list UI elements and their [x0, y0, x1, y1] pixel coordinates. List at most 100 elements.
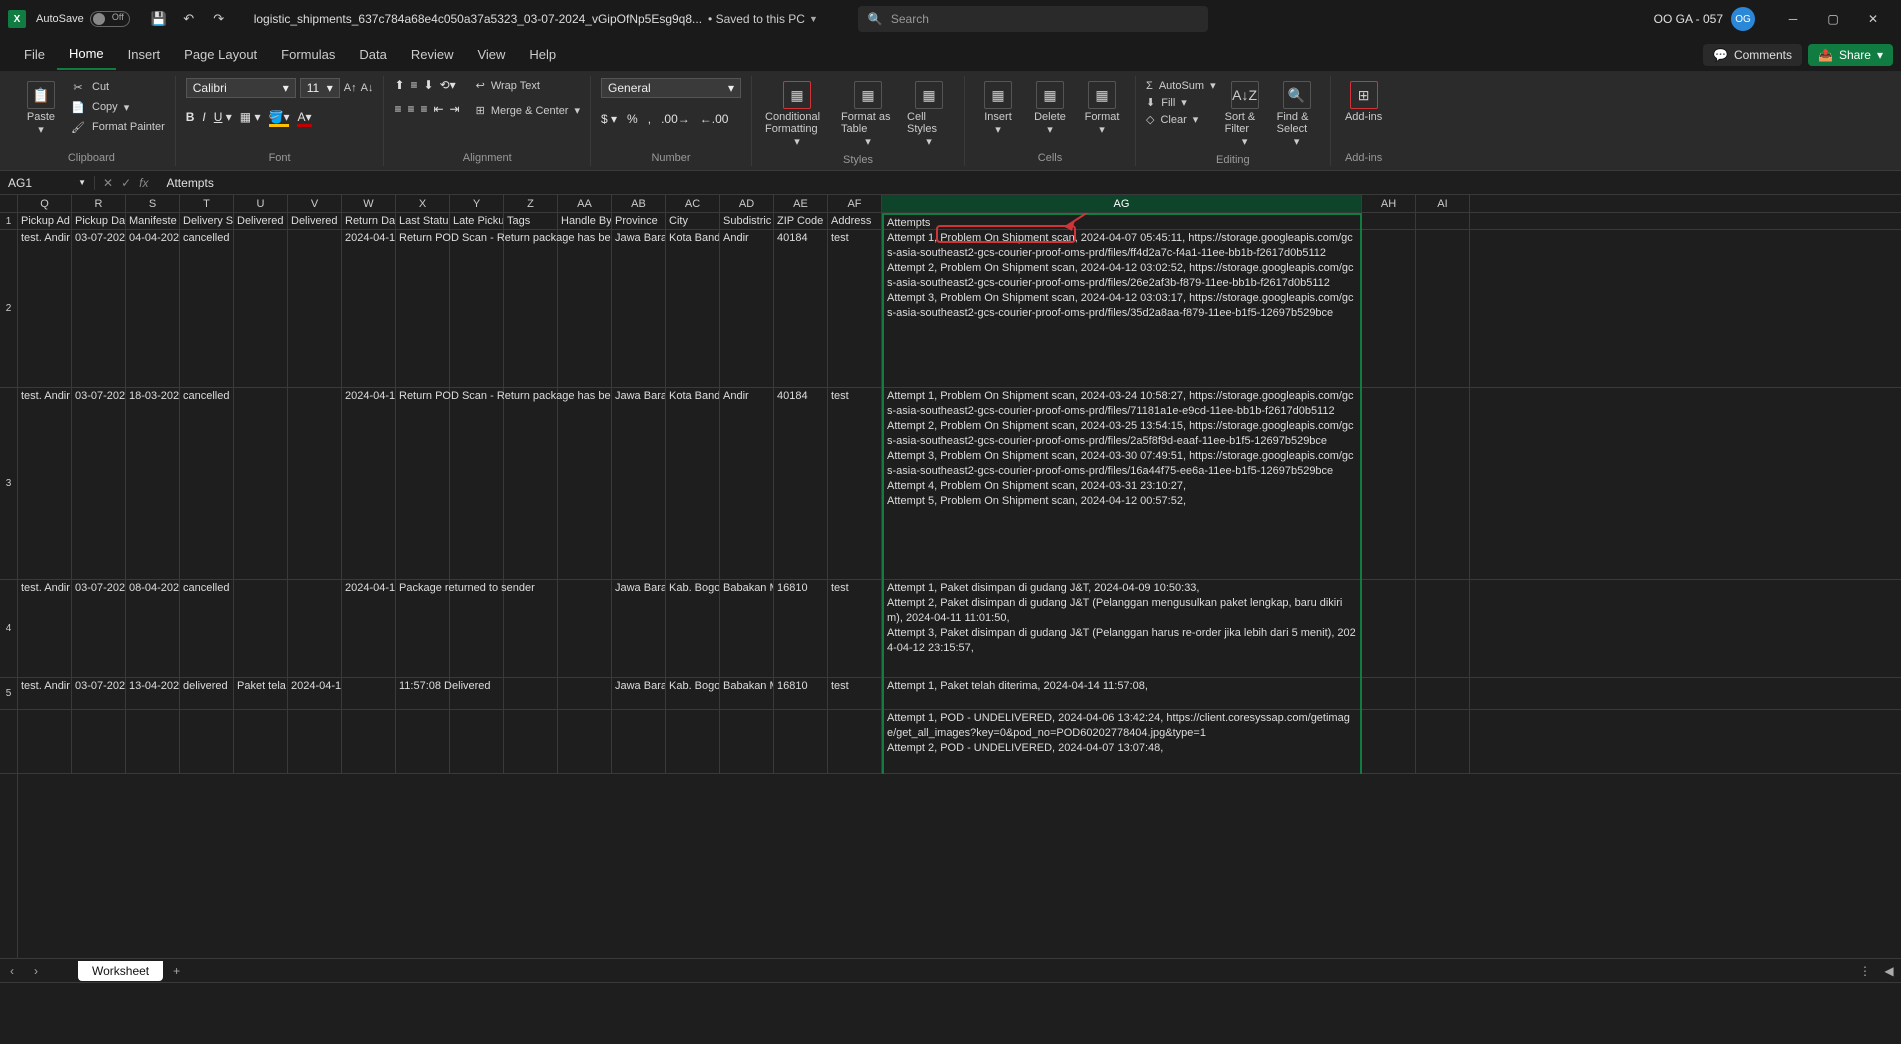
- cell[interactable]: [450, 580, 504, 678]
- tab-help[interactable]: Help: [517, 40, 568, 69]
- save-icon[interactable]: 💾: [146, 6, 172, 32]
- cell[interactable]: 16810: [774, 580, 828, 678]
- cell[interactable]: 11:57:08 Delivered: [396, 678, 450, 710]
- cell[interactable]: 2024-04-1: [342, 388, 396, 580]
- tab-home[interactable]: Home: [57, 39, 116, 70]
- row-header[interactable]: 1: [0, 213, 17, 230]
- redo-icon[interactable]: ↷: [206, 6, 232, 32]
- fill-color-button[interactable]: 🪣▾: [269, 110, 290, 127]
- cell[interactable]: 40184: [774, 230, 828, 388]
- cell[interactable]: 03-07-202: [72, 230, 126, 388]
- spreadsheet-grid[interactable]: QRSTUVWXYZAAABACADAEAFAGAHAI 12345 Picku…: [0, 195, 1901, 958]
- align-left-button[interactable]: ≡: [394, 102, 401, 116]
- cell[interactable]: test. Andir: [18, 388, 72, 580]
- cell[interactable]: [396, 710, 450, 774]
- bold-button[interactable]: B: [186, 110, 195, 127]
- cell[interactable]: Kota Band: [666, 230, 720, 388]
- cell[interactable]: [558, 710, 612, 774]
- align-bottom-button[interactable]: ⬇: [424, 78, 434, 92]
- increase-font-button[interactable]: A↑: [344, 78, 357, 98]
- cell[interactable]: [18, 710, 72, 774]
- find-select-button[interactable]: 🔍Find & Select▾: [1274, 78, 1320, 151]
- cell[interactable]: [1416, 678, 1470, 710]
- cell[interactable]: 2024-04-1: [342, 230, 396, 388]
- cell[interactable]: Return POD Scan - Return package has be: [396, 230, 450, 388]
- cell[interactable]: Delivery S: [180, 213, 234, 230]
- tab-data[interactable]: Data: [347, 40, 398, 69]
- cell[interactable]: City: [666, 213, 720, 230]
- cell[interactable]: Subdistric: [720, 213, 774, 230]
- close-button[interactable]: ✕: [1853, 4, 1893, 34]
- comments-button[interactable]: 💬 Comments: [1703, 44, 1802, 66]
- currency-button[interactable]: $ ▾: [601, 112, 617, 126]
- cell[interactable]: Attempt 1, Paket telah diterima, 2024-04…: [882, 678, 1362, 710]
- cell[interactable]: Babakan M: [720, 580, 774, 678]
- column-header-AE[interactable]: AE: [774, 195, 828, 212]
- cell[interactable]: Delivered: [234, 213, 288, 230]
- insert-cells-button[interactable]: ▦Insert▾: [975, 78, 1021, 139]
- minimize-button[interactable]: ─: [1773, 4, 1813, 34]
- column-header-Q[interactable]: Q: [18, 195, 72, 212]
- column-header-T[interactable]: T: [180, 195, 234, 212]
- fx-icon[interactable]: fx: [139, 176, 148, 190]
- cell[interactable]: [504, 678, 558, 710]
- cell[interactable]: [504, 580, 558, 678]
- cell[interactable]: Babakan M: [720, 678, 774, 710]
- restore-button[interactable]: ▢: [1813, 4, 1853, 34]
- avatar[interactable]: OG: [1731, 7, 1755, 31]
- align-top-button[interactable]: ⬆: [394, 78, 404, 92]
- tab-review[interactable]: Review: [399, 40, 466, 69]
- cell[interactable]: Attempt 1, Problem On Shipment scan, 202…: [882, 230, 1362, 388]
- conditional-formatting-button[interactable]: ▦Conditional Formatting▾: [762, 78, 832, 151]
- align-center-button[interactable]: ≡: [407, 102, 414, 116]
- cell[interactable]: [612, 710, 666, 774]
- cell[interactable]: [1416, 230, 1470, 388]
- cell[interactable]: test. Andir: [18, 580, 72, 678]
- cell[interactable]: Late Picku: [450, 213, 504, 230]
- search-input[interactable]: 🔍 Search: [858, 6, 1208, 32]
- decrease-decimal-button[interactable]: ←.00: [700, 112, 729, 126]
- cell[interactable]: Pickup Ad: [18, 213, 72, 230]
- column-header-U[interactable]: U: [234, 195, 288, 212]
- cell[interactable]: [288, 580, 342, 678]
- cell[interactable]: Attempt 1, Problem On Shipment scan, 202…: [882, 388, 1362, 580]
- cell[interactable]: 18-03-202: [126, 388, 180, 580]
- cell[interactable]: Jawa Bara: [612, 678, 666, 710]
- cell[interactable]: [1362, 213, 1416, 230]
- cut-button[interactable]: ✂Cut: [70, 78, 165, 96]
- tab-view[interactable]: View: [465, 40, 517, 69]
- column-header-R[interactable]: R: [72, 195, 126, 212]
- cell[interactable]: [1362, 678, 1416, 710]
- cell[interactable]: Tags: [504, 213, 558, 230]
- cell[interactable]: [180, 710, 234, 774]
- cell[interactable]: Address: [828, 213, 882, 230]
- tab-formulas[interactable]: Formulas: [269, 40, 347, 69]
- cell[interactable]: Kota Band: [666, 388, 720, 580]
- cell[interactable]: [288, 388, 342, 580]
- cell[interactable]: cancelled: [180, 230, 234, 388]
- cell[interactable]: [126, 710, 180, 774]
- column-header-S[interactable]: S: [126, 195, 180, 212]
- select-all-corner[interactable]: [0, 195, 18, 212]
- cell[interactable]: cancelled: [180, 388, 234, 580]
- row-header[interactable]: 2: [0, 230, 17, 388]
- cell[interactable]: delivered: [180, 678, 234, 710]
- column-header-Z[interactable]: Z: [504, 195, 558, 212]
- row-header[interactable]: 4: [0, 580, 17, 678]
- cell[interactable]: Kab. Bogo: [666, 678, 720, 710]
- add-sheet-button[interactable]: +: [163, 964, 190, 978]
- cell[interactable]: 03-07-202: [72, 388, 126, 580]
- cell[interactable]: 04-04-202: [126, 230, 180, 388]
- cell[interactable]: 03-07-202: [72, 580, 126, 678]
- cell[interactable]: 08-04-202: [126, 580, 180, 678]
- cell[interactable]: Delivered: [288, 213, 342, 230]
- tab-file[interactable]: File: [12, 40, 57, 69]
- comma-button[interactable]: ,: [648, 112, 651, 126]
- cell[interactable]: [450, 230, 504, 388]
- cell-styles-button[interactable]: ▦Cell Styles▾: [904, 78, 954, 151]
- filename-label[interactable]: logistic_shipments_637c784a68e4c050a37a5…: [254, 12, 702, 26]
- add-ins-button[interactable]: ⊞Add-ins: [1341, 78, 1387, 126]
- formula-input[interactable]: Attempts: [156, 176, 223, 190]
- cell[interactable]: Last Statu: [396, 213, 450, 230]
- cell[interactable]: [234, 580, 288, 678]
